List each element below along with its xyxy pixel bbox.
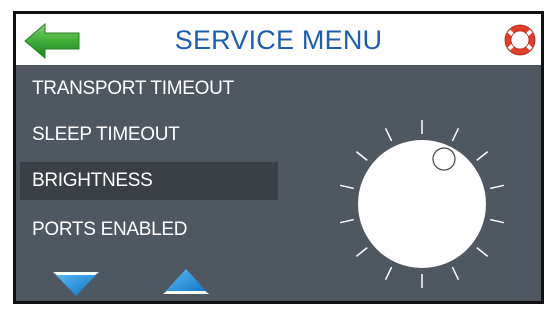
menu-item-brightness[interactable]: BRIGHTNESS [20,162,278,200]
service-menu-screen: SERVICE MENU TRANSPORT TIMEOUT SLEEP TIM… [13,11,544,304]
dial-tick [451,266,460,281]
scroll-up-button[interactable] [160,266,212,298]
help-button[interactable] [504,24,536,56]
brightness-dial[interactable] [334,116,510,292]
dial-tick [355,151,368,161]
rotary-knob-icon [339,120,505,288]
dial-tick [339,218,354,224]
lifebuoy-icon [504,24,536,56]
down-triangle-icon [53,272,99,296]
menu-item-sleep-timeout[interactable]: SLEEP TIMEOUT [20,116,278,154]
up-triangle-icon [163,269,209,294]
dial-tick [451,127,460,142]
dial-tick [339,184,354,190]
dial-tick [384,266,393,281]
dial-tick [476,151,489,161]
dial-tick [384,127,393,142]
page-title: SERVICE MENU [174,25,383,55]
dial-knob[interactable] [358,140,486,268]
dial-tick [476,247,489,257]
dial-tick [490,218,505,224]
menu-item-transport-timeout[interactable]: TRANSPORT TIMEOUT [20,70,278,108]
header-bar: SERVICE MENU [16,14,541,65]
dial-tick [490,184,505,190]
scroll-down-button[interactable] [50,266,102,298]
menu-item-ports-enabled[interactable]: PORTS ENABLED [20,211,278,249]
dial-tick [355,247,368,257]
